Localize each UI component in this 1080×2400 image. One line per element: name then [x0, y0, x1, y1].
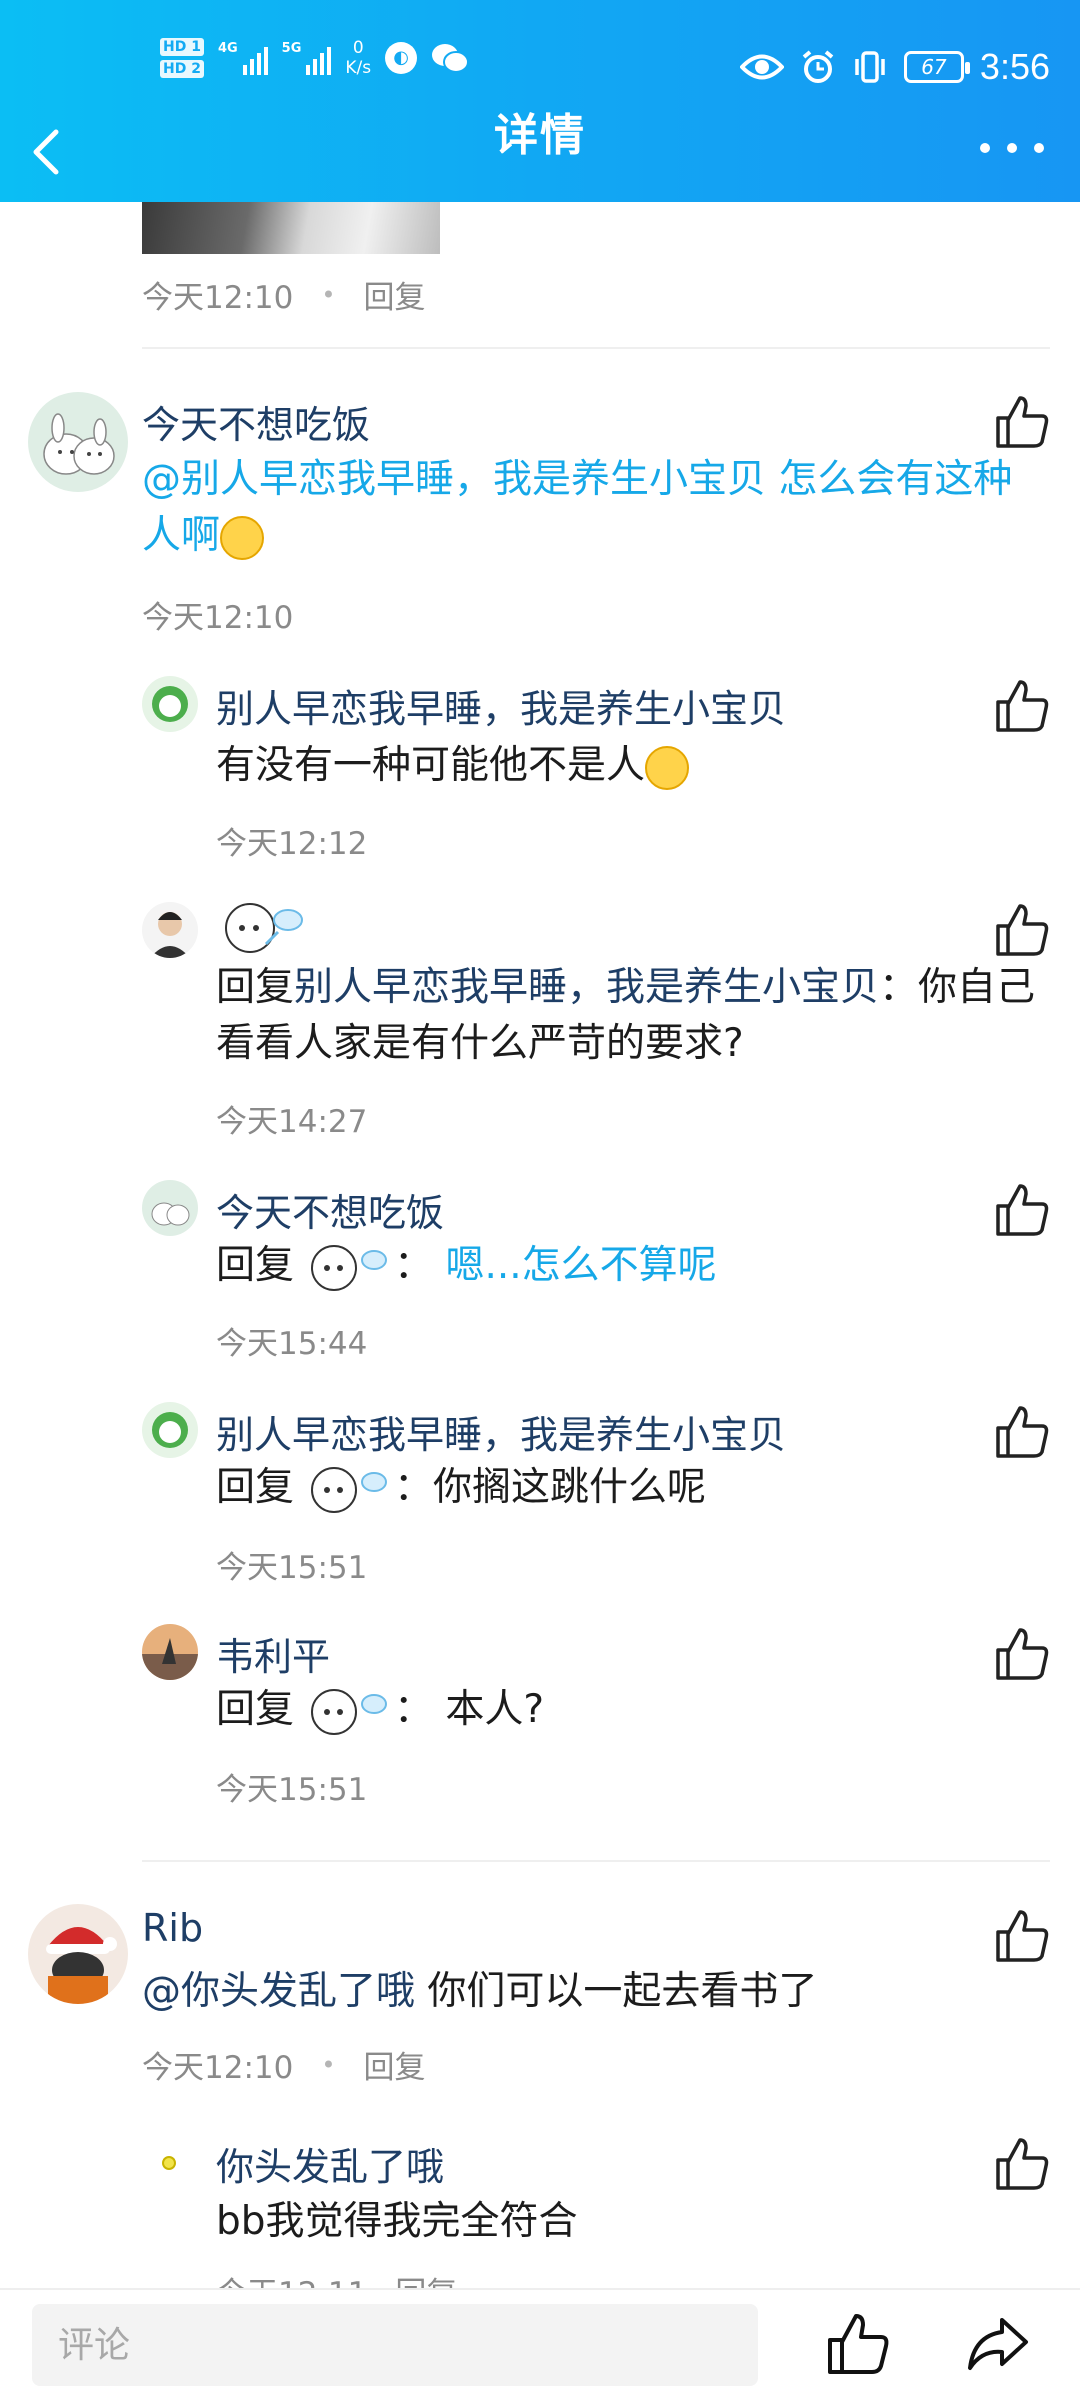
- comment-body: @你头发乱了哦 你们可以一起去看书了: [142, 1969, 818, 2014]
- app-header: HD 1 HD 2 4G 5G 0 K/s ◐ 67 3:56 详情: [0, 0, 1080, 202]
- sticker-name-icon[interactable]: [294, 1464, 394, 1516]
- divider: [142, 1860, 1050, 1862]
- page-title: 详情: [494, 110, 586, 161]
- reply-avatar[interactable]: [142, 676, 198, 732]
- avatar[interactable]: [28, 1904, 128, 2004]
- like-icon[interactable]: [994, 902, 1050, 958]
- comment-meta: 今天12:11 回复: [216, 2268, 457, 2288]
- bottom-bar: [0, 2288, 1080, 2400]
- mention-link[interactable]: @别人早恋我早睡，我是养生小宝贝: [142, 457, 766, 502]
- like-icon[interactable]: [994, 1626, 1050, 1682]
- crying-emoji-icon: [220, 515, 265, 560]
- sticker-name-icon[interactable]: [216, 898, 306, 958]
- vibrate-icon: [855, 51, 885, 83]
- signal-5g-icon: 5G: [282, 41, 332, 75]
- reply-author[interactable]: 别人早恋我早睡，我是养生小宝贝: [216, 678, 786, 733]
- reply-time: 今天12:12: [216, 826, 368, 862]
- reply-avatar[interactable]: [142, 1402, 198, 1458]
- comment-meta: 今天12:10 • 回复: [142, 2042, 426, 2087]
- like-icon[interactable]: [994, 1908, 1050, 1964]
- like-icon[interactable]: [994, 1404, 1050, 1460]
- status-right: 67 3:56: [739, 46, 1050, 88]
- status-left: HD 1 HD 2 4G 5G 0 K/s ◐: [160, 38, 470, 78]
- reply-time: 今天15:51: [216, 1772, 368, 1808]
- reply-body: 回复： 本人?: [216, 1682, 1046, 1738]
- network-speed: 0 K/s: [345, 38, 372, 78]
- reply-body: 有没有一种可能他不是人: [216, 738, 690, 794]
- like-icon[interactable]: [994, 394, 1050, 450]
- comment-image[interactable]: [142, 202, 440, 254]
- eye-icon: [739, 54, 784, 80]
- comment-list[interactable]: 今天12:10 • 回复 今天不想吃饭 @别人早恋我早睡，我是养生小宝贝 怎么会…: [0, 202, 1080, 2288]
- reply-author[interactable]: 韦利平: [216, 1626, 330, 1681]
- reply-avatar[interactable]: [142, 1180, 198, 1236]
- reply-link[interactable]: 回复: [395, 2268, 457, 2288]
- reply-body: 回复 ：你搁这跳什么呢: [216, 1460, 1046, 1516]
- clock: 3:56: [979, 46, 1050, 87]
- meta-dot: •: [321, 2050, 336, 2079]
- reply-link-text[interactable]: 嗯...怎么不算呢: [445, 1243, 716, 1288]
- reply-link[interactable]: 回复: [364, 272, 426, 317]
- reply-time: 今天14:27: [216, 1104, 368, 1140]
- reply-body: 回复别人早恋我早睡，我是养生小宝贝：你自己看看人家是有什么严苛的要求?: [216, 965, 1036, 1066]
- share-icon[interactable]: [966, 2314, 1030, 2374]
- signal-4g-icon: 4G: [218, 41, 268, 75]
- comment-time: 今天12:10: [142, 2050, 294, 2086]
- more-icon[interactable]: [980, 128, 1044, 168]
- browser-app-icon: ◐: [385, 42, 418, 74]
- comment-meta: 今天12:10 • 回复: [142, 272, 426, 317]
- alarm-icon: [802, 50, 834, 83]
- meta-dot: •: [321, 280, 336, 309]
- reply-avatar[interactable]: [142, 902, 198, 958]
- title-bar: 详情: [0, 100, 1080, 202]
- wechat-icon: [432, 44, 470, 73]
- reply-author[interactable]: 今天不想吃饭: [216, 1182, 444, 1237]
- reply-time: 今天15:44: [216, 1326, 368, 1362]
- reply-body: bb我觉得我完全符合: [216, 2199, 578, 2244]
- reply-body: 回复： 嗯...怎么不算呢: [216, 1238, 1046, 1294]
- reply-avatar[interactable]: [162, 2156, 176, 2170]
- comment-body: @别人早恋我早睡，我是养生小宝贝 怎么会有这种人啊: [142, 457, 1013, 560]
- divider: [142, 347, 1050, 349]
- reply-avatar[interactable]: [142, 1624, 198, 1680]
- sticker-name-icon[interactable]: [294, 1686, 394, 1738]
- pleading-emoji-icon: [645, 745, 690, 790]
- like-icon[interactable]: [994, 1182, 1050, 1238]
- battery-icon: 67: [903, 51, 970, 83]
- hd2-badge: HD 2: [160, 60, 204, 78]
- sticker-name-icon[interactable]: [294, 1242, 394, 1294]
- comment-input[interactable]: [32, 2304, 758, 2386]
- comment-author[interactable]: 今天不想吃饭: [142, 394, 370, 449]
- like-icon[interactable]: [994, 2136, 1050, 2192]
- comment-time: 今天12:10: [142, 600, 294, 636]
- status-bar: HD 1 HD 2 4G 5G 0 K/s ◐ 67 3:56: [0, 0, 1080, 100]
- reply-author[interactable]: 你头发乱了哦: [216, 2136, 444, 2191]
- reply-time: 今天12:11: [216, 2268, 367, 2288]
- like-icon[interactable]: [994, 678, 1050, 734]
- hd-badges: HD 1 HD 2: [160, 38, 204, 78]
- comment-author[interactable]: Rib: [142, 1906, 203, 1950]
- like-icon[interactable]: [826, 2312, 890, 2376]
- hd1-badge: HD 1: [160, 38, 204, 56]
- avatar[interactable]: [28, 392, 128, 492]
- reply-time: 今天15:51: [216, 1550, 368, 1586]
- reply-target-link[interactable]: 别人早恋我早睡，我是养生小宝贝: [294, 965, 879, 1010]
- reply-author[interactable]: 别人早恋我早睡，我是养生小宝贝: [216, 1404, 786, 1459]
- reply-link[interactable]: 回复: [364, 2042, 426, 2087]
- comment-time: 今天12:10: [142, 280, 294, 316]
- mention-link[interactable]: @你头发乱了哦: [142, 1969, 415, 2014]
